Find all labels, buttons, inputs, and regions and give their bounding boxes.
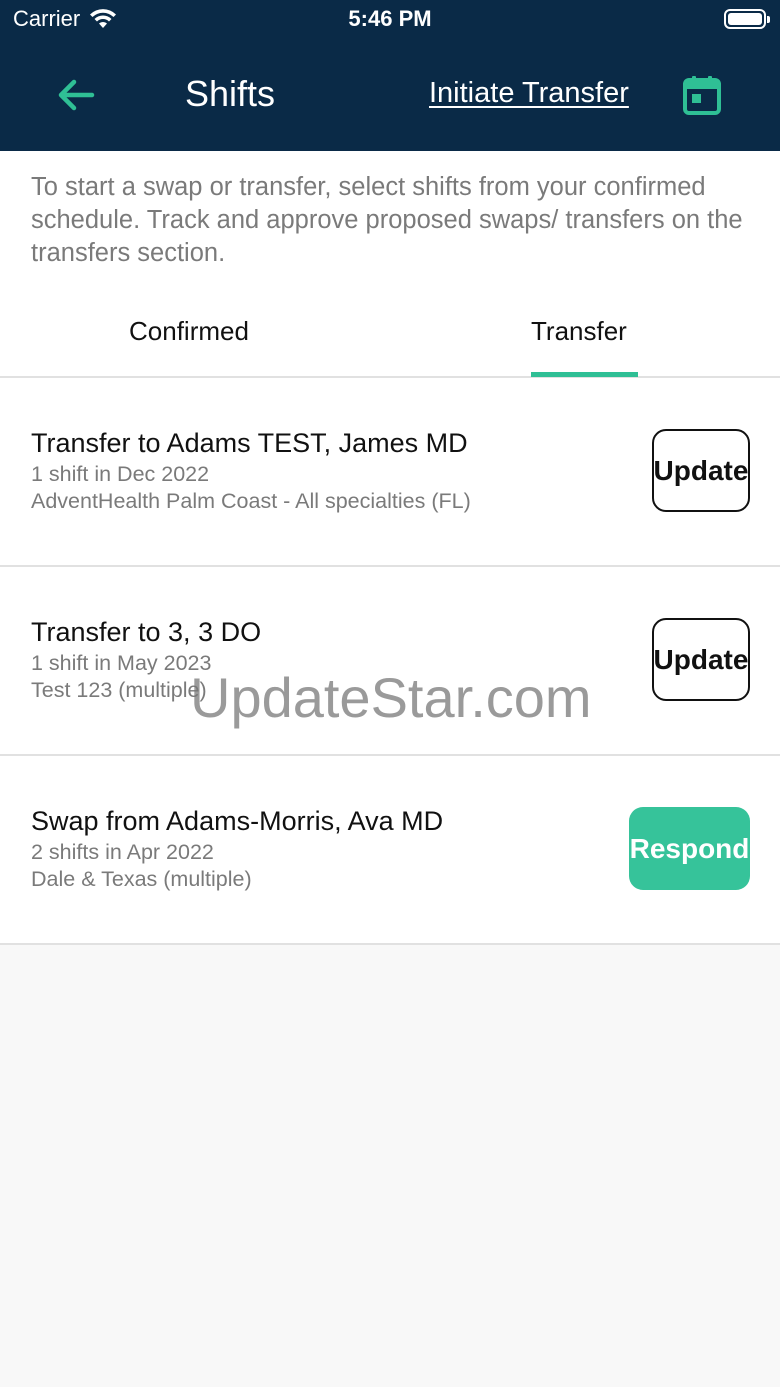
page-title: Shifts <box>185 73 276 114</box>
nav-bar: Shifts Initiate Transfer <box>0 40 780 151</box>
status-bar: Carrier 5:46 PM <box>0 0 780 40</box>
active-tab-indicator <box>531 372 638 377</box>
item-shift-count: 2 shifts in Apr 2022 <box>31 840 214 864</box>
item-shift-count: 1 shift in Dec 2022 <box>31 462 210 486</box>
calendar-button[interactable] <box>680 73 724 117</box>
arrow-left-icon <box>58 79 95 111</box>
tab-confirmed[interactable]: Confirmed <box>129 316 249 347</box>
item-location: Test 123 (multiple) <box>31 678 207 702</box>
calendar-icon <box>683 76 721 115</box>
update-button[interactable]: Update <box>652 618 750 701</box>
list-item[interactable]: Transfer to 3, 3 DO 1 shift in May 2023 … <box>0 567 780 756</box>
tab-bar: Confirmed Transfer <box>0 294 780 378</box>
battery-icon <box>724 9 770 29</box>
item-title: Transfer to Adams TEST, James MD <box>31 428 468 458</box>
item-title: Transfer to 3, 3 DO <box>31 617 262 647</box>
initiate-transfer-link[interactable]: Initiate Transfer <box>429 77 629 110</box>
item-title: Swap from Adams-Morris, Ava MD <box>31 806 444 836</box>
item-location: AdventHealth Palm Coast - All specialtie… <box>31 489 471 513</box>
status-time: 5:46 PM <box>348 6 432 31</box>
tab-transfer[interactable]: Transfer <box>531 316 627 347</box>
item-location: Dale & Texas (multiple) <box>31 867 252 891</box>
respond-button[interactable]: Respond <box>629 807 750 890</box>
item-shift-count: 1 shift in May 2023 <box>31 651 212 675</box>
main-content: To start a swap or transfer, select shif… <box>0 151 780 945</box>
back-button[interactable] <box>52 73 100 117</box>
intro-text: To start a swap or transfer, select shif… <box>31 173 743 267</box>
list-item[interactable]: Swap from Adams-Morris, Ava MD 2 shifts … <box>0 756 780 945</box>
list-item[interactable]: Transfer to Adams TEST, James MD 1 shift… <box>0 378 780 567</box>
update-button[interactable]: Update <box>652 429 750 512</box>
